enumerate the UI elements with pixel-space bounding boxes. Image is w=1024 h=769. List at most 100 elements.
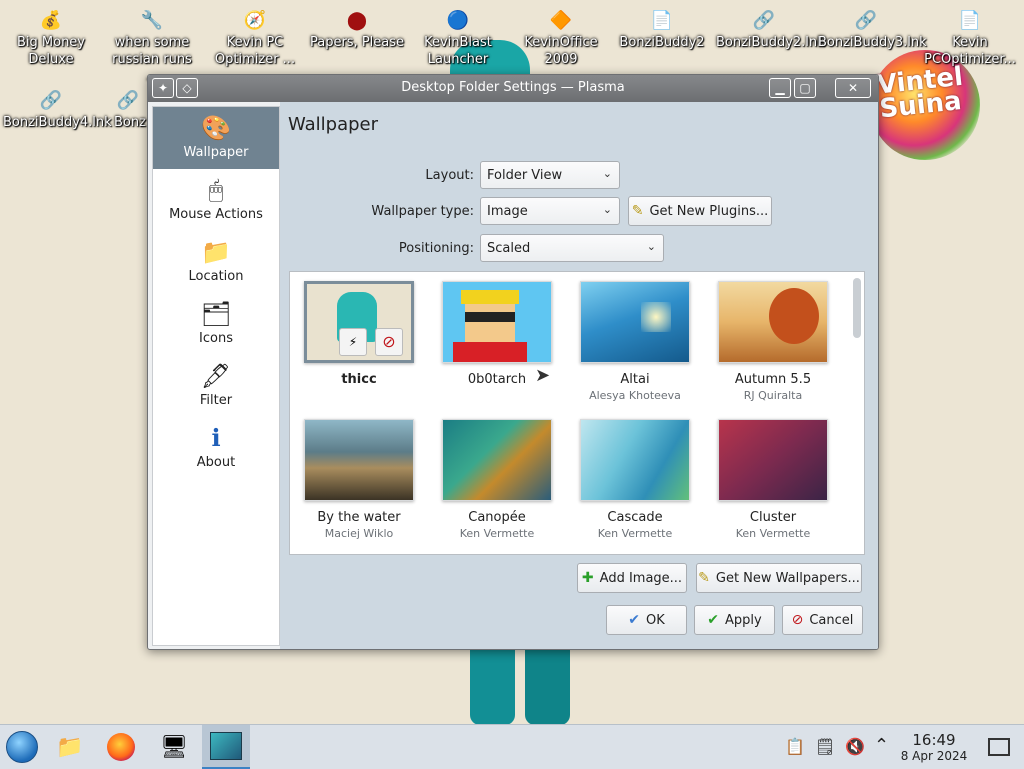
thumbnail [580, 419, 690, 501]
sidebar-item-label: Location [188, 269, 244, 284]
file-icon: 📄 [650, 9, 674, 31]
sidebar-item-filter[interactable]: 🖋 Filter [153, 355, 279, 417]
wallpaper-gallery[interactable]: ⚡ ⊘ thicc 0b0tarch Altai Alesya Khoteeva… [289, 271, 865, 555]
desktop-icon-bonzibuddy3-lnk[interactable]: 🔗 BonziBuddy3.lnk [818, 6, 927, 51]
add-image-button[interactable]: ✚ Add Image... [577, 563, 687, 593]
folder-icon: 📁 [201, 238, 231, 266]
taskbar-system-monitor[interactable]: 🖥 [152, 725, 196, 769]
wallpaper-author: Maciej Wiklo [324, 527, 394, 540]
wallpaper-name: By the water [317, 510, 401, 525]
minimize-button[interactable]: ▁ [769, 78, 791, 98]
desktop-icon-big-money-deluxe[interactable]: 💰 Big Money Deluxe [3, 6, 99, 68]
wallpaper-figure-legs [470, 645, 570, 725]
desktop-icon-papers-please[interactable]: ⬤ Papers, Please [309, 6, 405, 51]
clipboard-icon[interactable]: 📋 [785, 737, 805, 756]
wallpaper-name: Cluster [749, 510, 797, 525]
desktop-icon-bonzibuddy2[interactable]: 📄 BonziBuddy2 [614, 6, 710, 51]
wallpaper-type-label: Wallpaper type: [371, 203, 474, 219]
start-orb-icon [6, 731, 38, 763]
sidebar-item-icons[interactable]: 🗂 Icons [153, 293, 279, 355]
cancel-button[interactable]: ⊘ Cancel [782, 605, 863, 635]
layout-select[interactable]: Folder View ⌄ [480, 161, 620, 189]
papers-please-icon: ⬤ [346, 9, 368, 31]
apply-label: Apply [725, 612, 762, 628]
wallpaper-name: Autumn 5.5 [734, 372, 812, 387]
volume-muted-icon[interactable]: 🔇 [845, 737, 865, 756]
desktop-icon-kevinblast[interactable]: 🔵 KevinBlast Launcher [410, 6, 506, 68]
notes-icon[interactable]: 🗒 [815, 737, 835, 756]
thumbnail [718, 281, 828, 363]
clock-date[interactable]: 8 Apr 2024 [898, 749, 970, 763]
desktop-icon-bonz-partial[interactable]: 🔗 Bonz [98, 86, 148, 131]
thumbnail [718, 419, 828, 501]
download-icon: ⚡ [339, 328, 367, 356]
wallpaper-author: RJ Quiralta [743, 389, 803, 402]
taskbar-desktop-settings[interactable] [202, 725, 250, 769]
wallpaper-thumb-canopee[interactable]: Canopée Ken Vermette [432, 419, 562, 540]
wallpaper-thumb-altai[interactable]: Altai Alesya Khoteeva [570, 281, 700, 402]
filter-icon: 🖋 [200, 362, 232, 390]
taskbar: 📁 🖥 📋 🗒 🔇 ⌃ 16:49 8 Apr 2024 [0, 724, 1024, 769]
info-icon: ℹ [211, 424, 221, 452]
check-icon: ✔ [707, 612, 720, 628]
link-icon: 🔗 [752, 9, 776, 31]
wallpaper-icon: 🎨 [201, 114, 231, 142]
wallpaper-thumb-thicc[interactable]: ⚡ ⊘ thicc [294, 281, 424, 389]
chevron-up-icon[interactable]: ⌃ [874, 735, 889, 756]
sidebar-item-mouse-actions[interactable]: 🖱 Mouse Actions [153, 169, 279, 231]
wallpaper-author: Alesya Khoteeva [589, 389, 681, 402]
settings-window-icon [210, 732, 242, 760]
settings-content: Wallpaper Layout: Folder View ⌄ Wallpape… [280, 102, 878, 649]
wallpaper-thumb-by-the-water[interactable]: By the water Maciej Wiklo [294, 419, 424, 540]
desktop-icon-bonzibuddy4-lnk[interactable]: 🔗 BonziBuddy4.lnk [3, 86, 112, 131]
wallpaper-thumb-cascade[interactable]: Cascade Ken Vermette [570, 419, 700, 540]
get-new-plugins-label: Get New Plugins... [649, 203, 769, 219]
show-desktop-icon[interactable] [988, 738, 1010, 756]
wallpaper-thumb-autumn[interactable]: Autumn 5.5 RJ Quiralta [708, 281, 838, 402]
taskbar-firefox[interactable] [99, 725, 143, 769]
tool-icon: 🔧 [140, 9, 164, 31]
sidebar-item-label: Icons [199, 331, 233, 346]
desktop-icon-bonzibuddy2-lnk[interactable]: 🔗 BonziBuddy2.lnk [716, 6, 825, 51]
chevron-down-icon: ⌄ [602, 167, 612, 180]
layout-select-value: Folder View [487, 167, 563, 183]
download-icon: ✎ [631, 203, 644, 219]
maximize-button[interactable]: ▢ [794, 78, 816, 98]
cursor-icon: ➤ [535, 365, 551, 386]
mouse-icon: 🖱 [208, 176, 224, 204]
chevron-down-icon: ⌄ [602, 203, 612, 216]
sidebar-item-about[interactable]: ℹ About [153, 417, 279, 479]
plus-icon: ✚ [581, 570, 594, 586]
get-new-plugins-button[interactable]: ✎ Get New Plugins... [628, 196, 772, 226]
positioning-select[interactable]: Scaled ⌄ [480, 234, 664, 262]
wallpaper-thumb-cluster[interactable]: Cluster Ken Vermette [708, 419, 838, 540]
page-title: Wallpaper [288, 114, 379, 135]
close-button[interactable]: ✕ [835, 78, 871, 98]
taskbar-file-manager[interactable]: 📁 [48, 725, 92, 769]
thumbnail: ⚡ ⊘ [304, 281, 414, 363]
ok-button[interactable]: ✔ OK [606, 605, 687, 635]
start-menu-button[interactable] [0, 725, 44, 769]
desktop-icon-kevinoffice[interactable]: 🔶 KevinOffice 2009 [513, 6, 609, 68]
cancel-label: Cancel [809, 612, 854, 628]
positioning-row: Positioning: Scaled ⌄ [280, 234, 664, 262]
get-new-wallpapers-button[interactable]: ✎ Get New Wallpapers... [696, 563, 862, 593]
titlebar[interactable]: ✦ ◇ Desktop Folder Settings — Plasma ▁ ▢… [148, 75, 878, 102]
gallery-scrollbar[interactable] [853, 278, 861, 338]
link-icon: 🔗 [854, 9, 878, 31]
wallpaper-author: Ken Vermette [597, 527, 673, 540]
sidebar-item-wallpaper[interactable]: 🎨 Wallpaper [153, 107, 279, 169]
clock-time[interactable]: 16:49 [898, 731, 970, 749]
folder-icon: 📁 [56, 734, 84, 760]
remove-icon[interactable]: ⊘ [375, 328, 403, 356]
wallpaper-type-select[interactable]: Image ⌄ [480, 197, 620, 225]
desktop-icon-kevin-pc-optimizer[interactable]: 🧭 Kevin PC Optimizer ... [207, 6, 303, 68]
desktop-icon-kevin-pcoptimizer[interactable]: 📄 Kevin PCOptimizer... [920, 6, 1020, 68]
add-image-label: Add Image... [599, 570, 683, 586]
positioning-select-value: Scaled [487, 240, 531, 256]
desktop-folder-settings-window: ✦ ◇ Desktop Folder Settings — Plasma ▁ ▢… [147, 74, 879, 650]
wallpaper-type-select-value: Image [487, 203, 528, 219]
sidebar-item-location[interactable]: 📁 Location [153, 231, 279, 293]
sidebar-item-label: Wallpaper [183, 145, 249, 160]
apply-button[interactable]: ✔ Apply [694, 605, 775, 635]
